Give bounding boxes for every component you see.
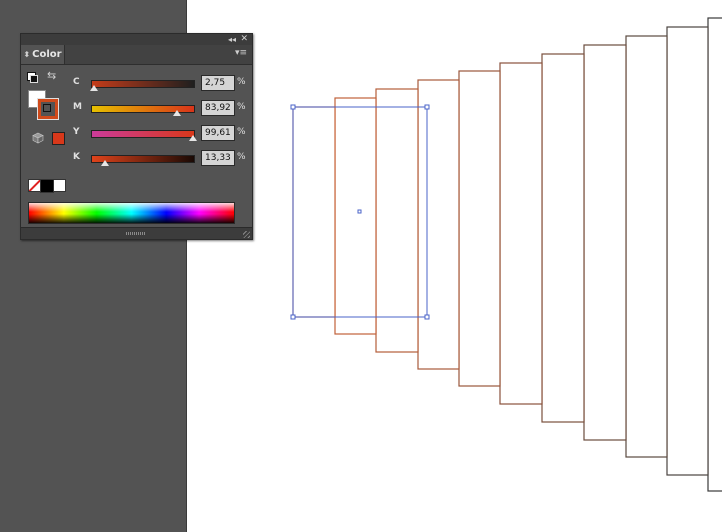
black-swatch[interactable] [40, 179, 54, 193]
slider-thumb-yellow[interactable] [188, 135, 197, 141]
rectangle-10[interactable] [666, 26, 709, 476]
selection-handle-tl[interactable] [290, 104, 296, 110]
cyan-unit: % [237, 77, 246, 87]
yellow-unit: % [237, 127, 246, 137]
rectangle-8[interactable] [583, 44, 627, 441]
slider-thumb-cyan[interactable] [89, 85, 98, 91]
color-panel: ◂◂ ✕ ⬍ Color ▾≡ ⇆ C 2,75 % M 83,92 % Y 9… [20, 33, 253, 240]
rectangle-2[interactable] [334, 97, 377, 335]
magenta-unit: % [237, 102, 246, 112]
black-unit: % [237, 152, 246, 162]
collapse-panel-icon[interactable]: ◂◂ [228, 34, 236, 45]
close-panel-icon[interactable]: ✕ [240, 34, 248, 45]
slider-thumb-black[interactable] [100, 160, 109, 166]
slider-track-yellow[interactable] [91, 130, 195, 138]
panel-tab-bar: ⬍ Color ▾≡ [21, 45, 252, 65]
slider-row-black: K 13,33 % [21, 149, 252, 169]
resize-handle-icon[interactable] [243, 231, 250, 238]
rectangle-1-selected[interactable] [292, 106, 336, 318]
rectangle-5[interactable] [458, 70, 501, 387]
slider-label-yellow: Y [73, 127, 80, 137]
selection-handle-tr[interactable] [424, 104, 430, 110]
slider-row-magenta: M 83,92 % [21, 99, 252, 119]
up-down-arrows-icon[interactable]: ⬍ [23, 50, 30, 59]
panel-title-bar[interactable]: ◂◂ ✕ [21, 34, 252, 45]
selection-center-point [357, 209, 362, 214]
cyan-value-input[interactable]: 2,75 [201, 75, 235, 91]
tab-color-label: Color [32, 49, 62, 60]
slider-track-cyan[interactable] [91, 80, 195, 88]
slider-row-yellow: Y 99,61 % [21, 124, 252, 144]
slider-thumb-magenta[interactable] [172, 110, 181, 116]
panel-menu-icon[interactable]: ▾≡ [234, 47, 248, 60]
rectangle-3[interactable] [375, 88, 419, 353]
rectangle-11[interactable] [707, 17, 722, 492]
rectangle-9[interactable] [625, 35, 668, 458]
panel-bottom-bar [21, 227, 252, 239]
slider-label-black: K [73, 152, 80, 162]
selection-handle-br[interactable] [424, 314, 430, 320]
white-swatch[interactable] [53, 179, 66, 192]
selection-handle-bl[interactable] [290, 314, 296, 320]
color-spectrum-bar[interactable] [28, 202, 235, 224]
yellow-value-input[interactable]: 99,61 [201, 125, 235, 141]
slider-label-magenta: M [73, 102, 82, 112]
panel-grip-icon[interactable] [126, 232, 146, 235]
slider-label-cyan: C [73, 77, 80, 87]
rectangle-6[interactable] [499, 62, 543, 405]
slider-row-cyan: C 2,75 % [21, 74, 252, 94]
tab-color[interactable]: ⬍ Color [21, 45, 65, 64]
rectangle-7[interactable] [541, 53, 585, 423]
magenta-value-input[interactable]: 83,92 [201, 100, 235, 116]
black-value-input[interactable]: 13,33 [201, 150, 235, 166]
rectangle-4[interactable] [417, 79, 460, 370]
